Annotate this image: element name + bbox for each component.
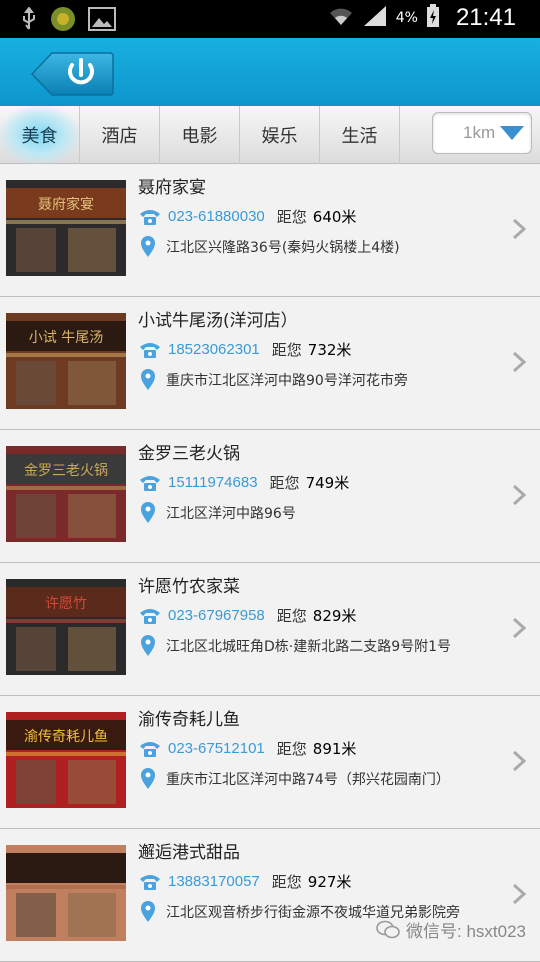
location-pin-icon xyxy=(140,369,156,391)
address-row: 江北区洋河中路96号 xyxy=(140,502,296,524)
distance-prefix: 距您 xyxy=(272,871,302,892)
status-bar: 4% 21:41 xyxy=(0,0,540,38)
phone-number[interactable]: 15111974683 xyxy=(168,474,258,491)
chevron-right-icon[interactable] xyxy=(512,617,526,643)
chevron-right-icon[interactable] xyxy=(512,883,526,909)
restaurant-name: 渝传奇耗儿鱼 xyxy=(138,705,240,730)
address-row: 重庆市江北区洋河中路90号洋河花市旁 xyxy=(140,369,408,391)
tab-food[interactable]: 美食 xyxy=(0,106,80,164)
list-item[interactable]: 小试 牛尾汤 小试牛尾汤(洋河店） 18523062301 距您 732米 重庆… xyxy=(0,297,540,430)
phone-icon xyxy=(138,740,162,758)
clock: 21:41 xyxy=(456,4,516,32)
restaurant-name: 聂府家宴 xyxy=(138,173,206,198)
distance-prefix: 距您 xyxy=(277,738,307,759)
distance-value: 749米 xyxy=(306,472,350,493)
location-pin-icon xyxy=(140,635,156,657)
wechat-icon xyxy=(376,920,400,940)
distance-value: 732米 xyxy=(308,339,352,360)
phone-row[interactable]: 15111974683 距您 749米 xyxy=(138,472,349,493)
image-notification-icon xyxy=(88,7,116,35)
category-tabs: 美食 酒店 电影 娱乐 生活 1km xyxy=(0,106,540,164)
list-item[interactable]: 渝传奇耗儿鱼 渝传奇耗儿鱼 023-67512101 距您 891米 重庆市江北… xyxy=(0,696,540,829)
address-row: 江北区兴隆路36号(秦妈火锅楼上4楼) xyxy=(140,236,400,258)
phone-icon xyxy=(138,474,162,492)
distance-value: 1km xyxy=(463,123,495,143)
watermark-text: 微信号: hsxt023 xyxy=(406,917,526,942)
phone-row[interactable]: 18523062301 距您 732米 xyxy=(138,339,351,360)
distance-prefix: 距您 xyxy=(272,339,302,360)
tab-entertainment[interactable]: 娱乐 xyxy=(240,106,320,164)
distance-value: 891米 xyxy=(313,738,357,759)
wifi-icon xyxy=(328,5,354,31)
app-notification-icon xyxy=(50,6,76,36)
chevron-right-icon[interactable] xyxy=(512,218,526,244)
back-button[interactable] xyxy=(30,51,114,97)
phone-row[interactable]: 023-67967958 距您 829米 xyxy=(138,605,356,626)
restaurant-name: 小试牛尾汤(洋河店） xyxy=(138,306,298,331)
location-pin-icon xyxy=(140,901,156,923)
restaurant-photo: 小试 牛尾汤 xyxy=(6,313,126,409)
battery-percent: 4% xyxy=(396,10,418,26)
restaurant-name: 邂逅港式甜品 xyxy=(138,838,240,863)
distance-value: 829米 xyxy=(313,605,357,626)
location-pin-icon xyxy=(140,236,156,258)
list-item[interactable]: 邂逅港式甜品 13883170057 距您 927米 江北区观音桥步行街金源不夜… xyxy=(0,829,540,962)
phone-icon xyxy=(138,341,162,359)
distance-dropdown[interactable]: 1km xyxy=(432,112,532,154)
distance-value: 640米 xyxy=(313,206,357,227)
list-item[interactable]: 聂府家宴 聂府家宴 023-61880030 距您 640米 江北区兴隆路36号… xyxy=(0,164,540,297)
chevron-right-icon[interactable] xyxy=(512,351,526,377)
address-row: 重庆市江北区洋河中路74号（邦兴花园南门） xyxy=(140,768,450,790)
phone-number[interactable]: 18523062301 xyxy=(168,341,260,358)
address-text: 重庆市江北区洋河中路74号（邦兴花园南门） xyxy=(166,769,450,789)
address-text: 江北区兴隆路36号(秦妈火锅楼上4楼) xyxy=(166,237,400,257)
location-pin-icon xyxy=(140,502,156,524)
location-pin-icon xyxy=(140,768,156,790)
phone-icon xyxy=(138,208,162,226)
tab-life[interactable]: 生活 xyxy=(320,106,400,164)
restaurant-photo: 渝传奇耗儿鱼 xyxy=(6,712,126,808)
wechat-watermark: 微信号: hsxt023 xyxy=(376,917,526,942)
list-item[interactable]: 金罗三老火锅 金罗三老火锅 15111974683 距您 749米 江北区洋河中… xyxy=(0,430,540,563)
phone-number[interactable]: 023-67967958 xyxy=(168,607,265,624)
phone-icon xyxy=(138,873,162,891)
restaurant-photo xyxy=(6,845,126,941)
restaurant-name: 许愿竹农家菜 xyxy=(138,572,240,597)
phone-number[interactable]: 13883170057 xyxy=(168,873,260,890)
phone-number[interactable]: 023-61880030 xyxy=(168,208,265,225)
dropdown-arrow-icon xyxy=(499,125,525,141)
phone-row[interactable]: 023-67512101 距您 891米 xyxy=(138,738,356,759)
list-item[interactable]: 许愿竹 许愿竹农家菜 023-67967958 距您 829米 江北区北城旺角D… xyxy=(0,563,540,696)
sign-text: 渝传奇耗儿鱼 xyxy=(24,728,108,745)
tab-hotel[interactable]: 酒店 xyxy=(80,106,160,164)
restaurant-photo: 聂府家宴 xyxy=(6,180,126,276)
usb-icon xyxy=(20,7,38,35)
distance-prefix: 距您 xyxy=(270,472,300,493)
restaurant-name: 金罗三老火锅 xyxy=(138,439,240,464)
distance-value: 927米 xyxy=(308,871,352,892)
phone-row[interactable]: 13883170057 距您 927米 xyxy=(138,871,351,892)
distance-prefix: 距您 xyxy=(277,206,307,227)
restaurant-list: 聂府家宴 聂府家宴 023-61880030 距您 640米 江北区兴隆路36号… xyxy=(0,164,540,962)
distance-prefix: 距您 xyxy=(277,605,307,626)
phone-icon xyxy=(138,607,162,625)
address-row: 江北区北城旺角D栋·建新北路二支路9号附1号 xyxy=(140,635,451,657)
phone-row[interactable]: 023-61880030 距您 640米 xyxy=(138,206,356,227)
sign-text: 小试 牛尾汤 xyxy=(29,330,103,346)
top-bar xyxy=(0,38,540,106)
chevron-right-icon[interactable] xyxy=(512,750,526,776)
sign-text: 聂府家宴 xyxy=(38,196,94,213)
restaurant-photo: 许愿竹 xyxy=(6,579,126,675)
chevron-right-icon[interactable] xyxy=(512,484,526,510)
address-text: 江北区洋河中路96号 xyxy=(166,503,296,523)
tab-movie[interactable]: 电影 xyxy=(160,106,240,164)
signal-icon xyxy=(362,5,388,31)
phone-number[interactable]: 023-67512101 xyxy=(168,740,265,757)
address-text: 重庆市江北区洋河中路90号洋河花市旁 xyxy=(166,370,408,390)
sign-text: 许愿竹 xyxy=(45,596,87,612)
battery-icon xyxy=(426,4,440,32)
sign-text: 金罗三老火锅 xyxy=(24,463,108,479)
restaurant-photo: 金罗三老火锅 xyxy=(6,446,126,542)
address-text: 江北区北城旺角D栋·建新北路二支路9号附1号 xyxy=(166,636,451,656)
